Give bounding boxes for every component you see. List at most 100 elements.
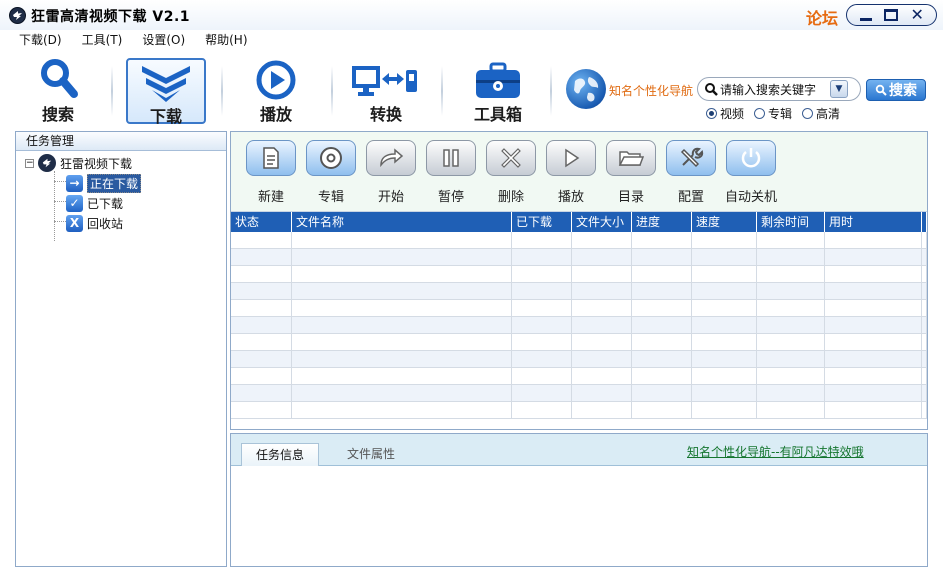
toolbar-separator [331,66,333,116]
menu-settings[interactable]: 设置(O) [142,30,185,50]
config-button[interactable]: 配置 [663,140,719,205]
radio-dot [706,108,717,119]
new-task-button[interactable]: 新建 [243,140,299,205]
pause-button[interactable]: 暂停 [423,140,479,205]
search-icon [18,58,98,100]
tree-root[interactable]: − 狂雷视频下载 [16,153,226,173]
directory-button[interactable]: 目录 [603,140,659,205]
tab-file-properties[interactable]: 文件属性 [333,443,409,466]
maximize-icon [884,9,899,21]
search-input[interactable] [720,82,828,96]
table-row[interactable] [231,266,927,283]
column-status[interactable]: 状态 [231,212,292,232]
table-cell [231,266,292,283]
column-elapsed[interactable]: 用时 [825,212,922,232]
config-label: 配置 [677,190,704,205]
table-row[interactable] [231,402,927,419]
album-button[interactable]: 专辑 [303,140,359,205]
table-cell [292,334,512,351]
download-table: 状态 文件名称 已下载 文件大小 进度 速度 剩余时间 用时 [231,212,927,419]
table-row[interactable] [231,317,927,334]
sidebar-item-downloaded[interactable]: ✓ 已下载 [16,193,226,213]
tab-task-info[interactable]: 任务信息 [241,443,320,466]
play-task-button[interactable]: 播放 [543,140,599,205]
table-cell [231,334,292,351]
column-remaining[interactable]: 剩余时间 [757,212,825,232]
table-cell [692,351,757,368]
table-cell [632,368,692,385]
table-cell [757,300,825,317]
toolbar-separator [550,66,552,116]
column-filesize[interactable]: 文件大小 [572,212,632,232]
globe-icon [566,69,606,109]
table-row[interactable] [231,351,927,368]
table-cell [825,300,922,317]
table-cell [825,385,922,402]
table-cell [572,232,632,249]
radio-album[interactable]: 专辑 [754,105,792,122]
check-icon: ✓ [66,194,83,212]
table-cell [757,283,825,300]
menu-help[interactable]: 帮助(H) [205,30,247,50]
delete-button[interactable]: 删除 [483,140,539,205]
table-cell [757,334,825,351]
table-cell [572,334,632,351]
table-row[interactable] [231,283,927,300]
column-speed[interactable]: 速度 [692,212,757,232]
delete-label: 删除 [497,190,524,205]
column-progress[interactable]: 进度 [632,212,692,232]
collapse-icon[interactable]: − [25,158,34,168]
menu-download[interactable]: 下载(D) [19,30,62,50]
table-cell [572,266,632,283]
maximize-button[interactable] [880,7,902,24]
table-cell [292,300,512,317]
radio-hd[interactable]: 高清 [802,105,840,122]
column-downloaded[interactable]: 已下载 [512,212,572,232]
toolbar-play-button[interactable]: 播放 [236,58,316,124]
table-cell [825,317,922,334]
tree-root-label: 狂雷视频下载 [60,156,133,171]
close-button[interactable]: ✕ [906,7,928,24]
table-cell [757,351,825,368]
promo-link[interactable]: 知名个性化导航--有阿凡达特效哦 [687,443,864,460]
search-dropdown-button[interactable]: ▼ [830,80,848,98]
table-cell [825,283,922,300]
radio-video[interactable]: 视频 [706,105,744,122]
table-cell [292,385,512,402]
toolbar-convert-button[interactable]: 转换 [346,58,426,124]
search-button[interactable]: 搜索 [866,79,926,101]
toolbar-convert-label: 转换 [369,105,402,124]
table-row[interactable] [231,334,927,351]
column-filename[interactable]: 文件名称 [292,212,512,232]
table-row[interactable] [231,385,927,402]
tools-icon [666,140,716,176]
menu-tools[interactable]: 工具(T) [82,30,123,50]
start-button[interactable]: 开始 [363,140,419,205]
table-cell [825,266,922,283]
table-cell [825,402,922,419]
table-cell [922,385,927,402]
table-row[interactable] [231,300,927,317]
sidebar-item-downloading[interactable]: → 正在下载 [16,173,226,193]
toolbar-download-button[interactable]: 下载 [126,58,206,126]
toolbar-toolbox-button[interactable]: 工具箱 [458,58,538,124]
table-row[interactable] [231,368,927,385]
table-cell [825,351,922,368]
minimize-button[interactable] [855,7,877,24]
play-icon [236,58,316,100]
auto-shutdown-button[interactable]: 自动关机 [723,140,779,205]
toolbar-search-button[interactable]: 搜索 [18,58,98,124]
sidebar-item-recycle-bin[interactable]: X 回收站 [16,213,226,233]
table-row[interactable] [231,232,927,249]
search-small-icon [702,80,720,98]
toolbar-search-label: 搜索 [41,105,74,124]
nav-link[interactable]: 知名个性化导航 [609,82,693,99]
radio-dot [754,108,766,119]
table-cell [632,334,692,351]
table-cell [231,249,292,266]
table-cell [512,368,572,385]
table-row[interactable] [231,249,927,266]
table-cell [692,317,757,334]
forum-link[interactable]: 论坛 [806,5,838,29]
download-icon [128,60,204,102]
